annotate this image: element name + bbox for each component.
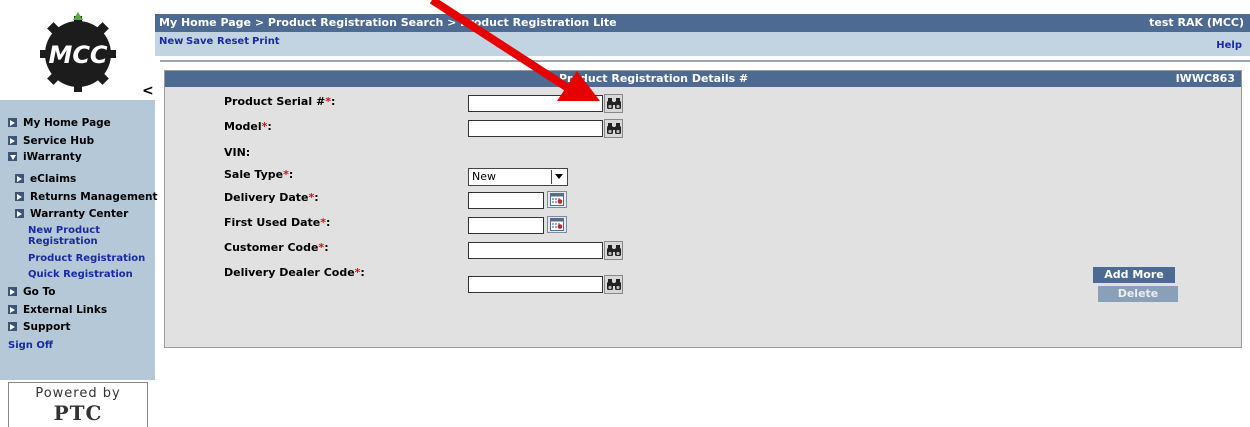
expand-arrow-icon: [15, 192, 24, 201]
delivery-date-input[interactable]: [468, 192, 544, 209]
breadcrumb-home[interactable]: My Home Page: [159, 16, 251, 29]
sidebar-item-label: Service Hub: [23, 135, 95, 147]
powered-by-text: Powered by: [35, 386, 121, 401]
customer-code-search-icon[interactable]: [604, 241, 623, 260]
sidebar-item-warranty-center[interactable]: Warranty Center: [15, 208, 128, 221]
expand-arrow-icon: [8, 118, 17, 127]
delivery-date-label: Delivery Date*:: [224, 191, 319, 204]
sidebar-item-eclaims[interactable]: eClaims: [15, 173, 76, 186]
ptc-logo-text: PTC: [53, 401, 103, 425]
sidebar-item-service-hub[interactable]: Service Hub: [8, 135, 94, 148]
panel-title: Product Registration Details #: [559, 72, 749, 85]
sidebar-item-label: iWarranty: [23, 151, 82, 163]
sidebar-item-support[interactable]: Support: [8, 321, 70, 334]
breadcrumb: My Home Page > Product Registration Sear…: [159, 14, 617, 32]
binoculars-icon: [607, 245, 621, 256]
sidebar-item-my-home-page[interactable]: My Home Page: [8, 117, 111, 130]
collapse-arrow-icon: [8, 152, 17, 161]
save-button[interactable]: Save: [186, 36, 213, 47]
model-label: Model*:: [224, 120, 272, 133]
product-serial-search-icon[interactable]: [604, 94, 623, 113]
delivery-dealer-code-input[interactable]: [468, 276, 603, 293]
toolbar: New Save Reset Print Help: [155, 32, 1250, 56]
delivery-dealer-code-label: Delivery Dealer Code*:: [224, 266, 365, 279]
registration-id: IWWC863: [1175, 72, 1235, 85]
sidebar-item-external-links[interactable]: External Links: [8, 304, 107, 317]
sidebar-item-iwarranty[interactable]: iWarranty: [8, 151, 82, 164]
vin-label: VIN:: [224, 146, 251, 159]
mcc-logo: MCC: [40, 12, 116, 92]
sale-type-value: New: [472, 170, 496, 183]
calendar-icon: [550, 218, 564, 231]
add-more-button[interactable]: Add More: [1093, 267, 1175, 283]
sidebar-link-new-product-registration[interactable]: New Product Registration: [28, 225, 100, 247]
product-serial-label: Product Serial #*:: [224, 95, 336, 108]
reset-button[interactable]: Reset: [217, 36, 249, 47]
sidebar-item-label: My Home Page: [23, 117, 111, 129]
sidebar-item-label: Support: [23, 321, 71, 333]
breadcrumb-current-page: Product Registration Lite: [460, 16, 617, 29]
model-input[interactable]: [468, 120, 603, 137]
chevron-down-icon: [551, 170, 566, 184]
sidebar-item-label: eClaims: [30, 173, 77, 185]
sidebar-link-label-line2: Registration: [28, 236, 98, 247]
expand-arrow-icon: [8, 287, 17, 296]
header-bar: My Home Page > Product Registration Sear…: [155, 14, 1250, 32]
collapse-sidebar-icon[interactable]: <: [142, 84, 154, 98]
help-link[interactable]: Help: [1216, 40, 1242, 51]
customer-code-label: Customer Code*:: [224, 241, 329, 254]
sidebar-item-returns-management[interactable]: Returns Management: [15, 191, 158, 204]
sidebar-link-label-line1: New Product: [28, 225, 100, 236]
user-name: test RAK (MCC): [1149, 16, 1244, 29]
sale-type-select[interactable]: New: [468, 168, 568, 186]
registration-details-panel: Product Registration Details # IWWC863 P…: [164, 70, 1242, 348]
model-search-icon[interactable]: [604, 119, 623, 138]
expand-arrow-icon: [15, 174, 24, 183]
breadcrumb-separator: >: [254, 16, 265, 29]
sale-type-label: Sale Type*:: [224, 168, 294, 181]
print-button[interactable]: Print: [252, 36, 280, 47]
logo-area: MCC <: [0, 0, 155, 100]
binoculars-icon: [607, 279, 621, 290]
new-button[interactable]: New: [159, 36, 183, 47]
sidebar-item-label: External Links: [23, 304, 108, 316]
delivery-date-calendar-icon[interactable]: [547, 191, 567, 208]
delete-button[interactable]: Delete: [1098, 286, 1178, 302]
product-serial-input[interactable]: [468, 95, 603, 112]
divider: [160, 60, 1250, 62]
customer-code-input[interactable]: [468, 242, 603, 259]
breadcrumb-product-registration-search[interactable]: Product Registration Search: [268, 16, 443, 29]
breadcrumb-separator: >: [447, 16, 457, 29]
first-used-date-input[interactable]: [468, 217, 544, 234]
expand-arrow-icon: [8, 136, 17, 145]
sign-off-link[interactable]: Sign Off: [8, 340, 53, 351]
logo-text: MCC: [48, 41, 107, 69]
expand-arrow-icon: [8, 305, 17, 314]
panel-header: Product Registration Details # IWWC863: [165, 71, 1241, 87]
sidebar-item-go-to[interactable]: Go To: [8, 286, 55, 299]
first-used-date-label: First Used Date*:: [224, 216, 331, 229]
calendar-icon: [550, 193, 564, 206]
expand-arrow-icon: [15, 209, 24, 218]
binoculars-icon: [607, 98, 621, 109]
first-used-date-calendar-icon[interactable]: [547, 216, 567, 233]
binoculars-icon: [607, 123, 621, 134]
sidebar-link-quick-registration[interactable]: Quick Registration: [28, 269, 133, 280]
sidebar-link-product-registration[interactable]: Product Registration: [28, 253, 145, 264]
powered-by-ptc-logo: Powered by PTC: [8, 382, 148, 427]
sidebar-item-label: Go To: [23, 286, 56, 298]
sidebar-nav: My Home Page Service Hub iWarranty eClai…: [0, 100, 158, 380]
sidebar-item-label: Returns Management: [30, 191, 158, 203]
sidebar-item-label: Warranty Center: [30, 208, 129, 220]
sidebar: MCC < My Home Page Service Hub iWarranty…: [0, 0, 158, 427]
delivery-dealer-code-search-icon[interactable]: [604, 275, 623, 294]
expand-arrow-icon: [8, 322, 17, 331]
